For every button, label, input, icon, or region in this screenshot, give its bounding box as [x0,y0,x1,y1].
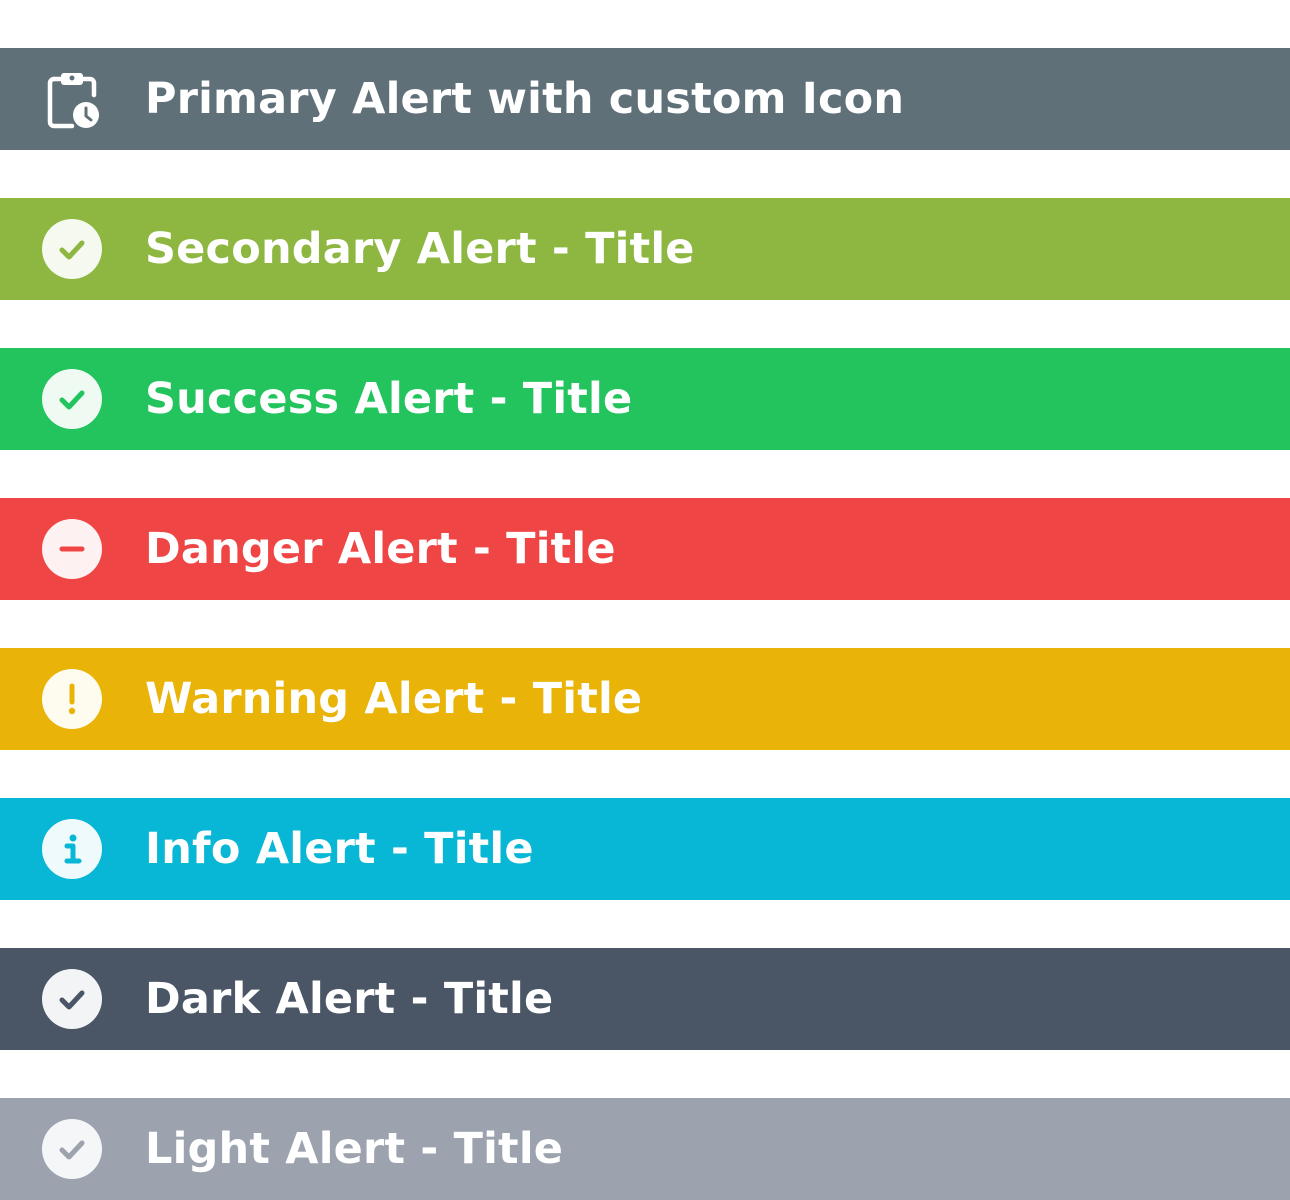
check-circle-icon [42,1119,102,1179]
alert-list: Primary Alert with custom Icon Secondary… [0,48,1290,1200]
alert-title: Secondary Alert - Title [145,224,695,274]
minus-circle-icon [42,519,102,579]
alert-secondary: Secondary Alert - Title [0,198,1290,300]
check-circle-icon [42,219,102,279]
alert-primary: Primary Alert with custom Icon [0,48,1290,150]
info-circle-icon [42,819,102,879]
alert-success: Success Alert - Title [0,348,1290,450]
clipboard-clock-icon [42,69,102,129]
alert-danger: Danger Alert - Title [0,498,1290,600]
exclamation-circle-icon [42,669,102,729]
alert-title: Primary Alert with custom Icon [145,74,905,124]
alert-title: Success Alert - Title [145,374,633,424]
alert-title: Dark Alert - Title [145,974,554,1024]
alert-info: Info Alert - Title [0,798,1290,900]
alert-title: Warning Alert - Title [145,674,643,724]
check-circle-icon [42,969,102,1029]
alert-light: Light Alert - Title [0,1098,1290,1200]
alert-dark: Dark Alert - Title [0,948,1290,1050]
alert-title: Info Alert - Title [145,824,534,874]
check-circle-icon [42,369,102,429]
alert-warning: Warning Alert - Title [0,648,1290,750]
alert-title: Danger Alert - Title [145,524,616,574]
alert-title: Light Alert - Title [145,1124,564,1174]
